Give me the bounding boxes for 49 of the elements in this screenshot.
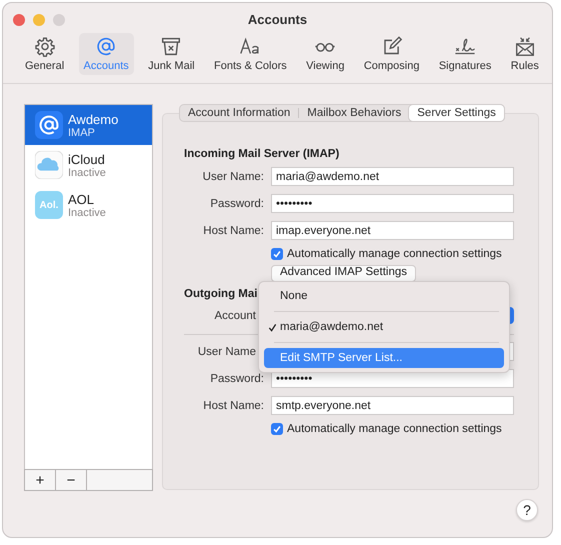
account-name: Awdemo (68, 112, 118, 126)
toolbar-tab[interactable]: Composing (358, 33, 424, 75)
account-status: IMAP (68, 126, 96, 138)
minimize-button[interactable] (33, 14, 45, 26)
checkbox-label: Automatically manage connection settings (287, 248, 502, 260)
close-button[interactable] (13, 14, 25, 26)
field-label: User Name: (202, 170, 264, 182)
menu-item[interactable]: maria@awdemo.net (264, 317, 504, 337)
toolbar-tab[interactable]: Viewing (301, 33, 350, 75)
checkbox-label: Automatically manage connection settings (287, 423, 502, 435)
input-field[interactable]: smtp.everyone.net (271, 396, 514, 415)
section-heading: Incoming Mail Server (IMAP) (184, 148, 340, 160)
menu-item[interactable]: Edit SMTP Server List... (264, 348, 504, 368)
menu-item[interactable]: None (264, 286, 504, 306)
checkbox[interactable] (271, 248, 283, 260)
tab[interactable]: Account Information (180, 105, 298, 121)
tab[interactable]: Mailbox Behaviors (299, 105, 410, 121)
section-heading: Outgoing Mai (184, 288, 258, 300)
toolbar-tab[interactable]: Fonts & Colors (208, 33, 292, 75)
toolbar-tab[interactable]: Rules (506, 33, 544, 75)
field-label: Host Name: (202, 224, 264, 236)
cloud-icon (35, 151, 63, 179)
signature-icon (453, 36, 478, 57)
field-label: Password: (209, 198, 264, 210)
advanced-settings-button[interactable]: Advanced IMAP Settings (271, 265, 416, 282)
field-label: User Name (196, 346, 257, 358)
input-field[interactable]: maria@awdemo.net (271, 167, 514, 186)
checkbox[interactable] (271, 423, 283, 435)
toolbar-tab[interactable]: Junk Mail (143, 33, 200, 75)
gear-icon (32, 36, 57, 57)
aol-logo: Aol. (35, 191, 63, 219)
checkmark-icon (268, 322, 277, 332)
account-item[interactable]: iCloud Inactive (25, 145, 152, 185)
window-title: Accounts (248, 12, 308, 26)
field-label: Host Name: (202, 400, 264, 412)
input-field[interactable]: ••••••••• (271, 194, 514, 213)
input-field[interactable]: imap.everyone.net (271, 221, 514, 240)
at-sign-icon (35, 111, 63, 139)
field-label: Password: (209, 372, 264, 384)
toolbar-tab[interactable]: Signatures (434, 33, 496, 75)
field-label: Account (213, 310, 257, 322)
account-item[interactable]: Awdemo IMAP (25, 105, 152, 145)
account-name: AOL (68, 192, 96, 206)
account-status: Inactive (68, 166, 106, 178)
toolbar-tab[interactable]: General (20, 33, 70, 75)
account-name: iCloud (68, 152, 106, 166)
account-status: Inactive (68, 206, 106, 218)
help-button[interactable]: ? (516, 499, 538, 521)
tab[interactable]: Server Settings (409, 105, 504, 121)
